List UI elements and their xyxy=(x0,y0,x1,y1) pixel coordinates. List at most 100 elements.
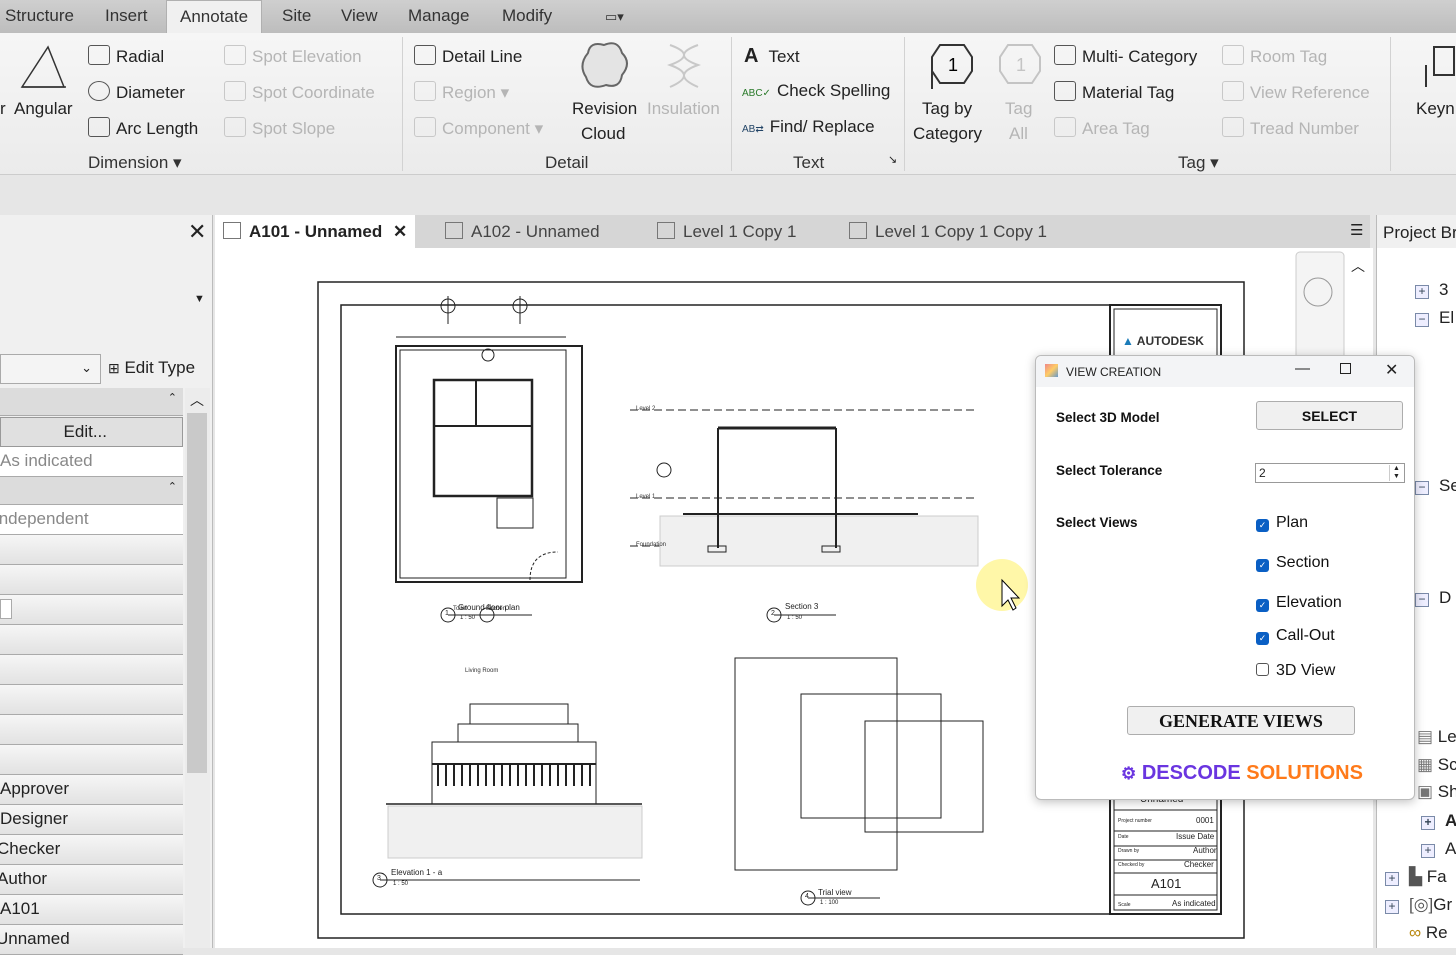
angular-dimension-icon[interactable] xyxy=(18,41,70,93)
radial-button[interactable]: Radial xyxy=(88,45,164,67)
browser-node-a101[interactable]: + A xyxy=(1421,811,1456,831)
insulation-icon[interactable] xyxy=(662,41,706,91)
dependency-value[interactable]: Independent xyxy=(0,505,183,535)
tag-all-icon[interactable]: 1 xyxy=(994,41,1042,93)
multi-category-button[interactable]: Multi- Category xyxy=(1054,45,1197,67)
browser-node-legends[interactable]: ▤ Le xyxy=(1417,727,1456,747)
property-row[interactable] xyxy=(0,715,183,745)
keynote-label[interactable]: Keyn xyxy=(1416,99,1455,119)
close-icon[interactable]: ✕ xyxy=(1385,360,1398,380)
collapse-icon[interactable]: − xyxy=(1415,593,1429,607)
spot-coordinate-button[interactable]: Spot Coordinate xyxy=(224,81,375,103)
plan-checkbox[interactable]: ✓ Plan xyxy=(1256,514,1308,532)
browser-node-revit-links[interactable]: ∞ Re xyxy=(1409,923,1448,943)
find-replace-button[interactable]: AB⇄ Find/ Replace xyxy=(742,117,875,137)
instance-filter-dropdown[interactable]: ⌄ xyxy=(0,354,101,384)
tag-by-category-icon[interactable]: 1 xyxy=(926,41,974,93)
sheet-name-value[interactable]: Unnamed xyxy=(0,925,183,955)
view-tab-a102[interactable]: A102 - Unnamed xyxy=(437,215,608,248)
check-spelling-button[interactable]: ABC✓ Check Spelling xyxy=(742,81,890,101)
diameter-button[interactable]: Diameter xyxy=(88,81,185,103)
view-reference-button[interactable]: View Reference xyxy=(1222,81,1370,103)
scroll-up-icon[interactable]: ︿ xyxy=(1351,256,1365,276)
browser-node-families[interactable]: + ▙ Fa xyxy=(1385,867,1447,887)
tag-by-category-label[interactable]: Tag by xyxy=(922,99,972,119)
tab-annotate[interactable]: Annotate xyxy=(166,0,263,33)
collapse-icon[interactable]: − xyxy=(1415,313,1429,327)
room-tag-button[interactable]: Room Tag xyxy=(1222,45,1327,67)
property-row[interactable] xyxy=(0,745,183,775)
keynote-icon[interactable] xyxy=(1424,45,1456,91)
text-settings-launcher-icon[interactable]: ↘ xyxy=(888,153,897,166)
tab-list-menu-icon[interactable]: ☰ xyxy=(1350,221,1363,239)
tread-number-button[interactable]: Tread Number xyxy=(1222,117,1359,139)
property-row[interactable] xyxy=(0,625,183,655)
tag-all-label[interactable]: Tag xyxy=(1005,99,1032,119)
type-selector-dropdown-icon[interactable]: ▼ xyxy=(194,293,205,305)
checkbox[interactable] xyxy=(0,599,12,619)
property-row[interactable] xyxy=(0,565,183,595)
browser-node-a102[interactable]: + A xyxy=(1421,839,1456,859)
tag-panel-label[interactable]: Tag ▾ xyxy=(1178,153,1219,173)
dialog-titlebar[interactable]: VIEW CREATION — ✕ xyxy=(1036,356,1414,387)
spot-elevation-button[interactable]: Spot Elevation xyxy=(224,45,362,67)
browser-node-groups[interactable]: + [◎]Gr xyxy=(1385,895,1452,915)
callout-checkbox[interactable]: ✓ Call-Out xyxy=(1256,627,1335,645)
browser-node[interactable]: − D xyxy=(1415,588,1451,608)
browser-node[interactable]: − El xyxy=(1415,308,1454,328)
expand-icon[interactable]: + xyxy=(1421,816,1435,830)
tab-view[interactable]: View xyxy=(341,6,378,26)
checker-value[interactable]: Checker xyxy=(0,835,183,865)
view-tab-a101[interactable]: A101 - Unnamed ✕ xyxy=(215,215,416,248)
section-checkbox[interactable]: ✓ Section xyxy=(1256,554,1329,572)
expand-icon[interactable]: + xyxy=(1421,844,1435,858)
collapse-icon[interactable]: − xyxy=(1415,481,1429,495)
tolerance-input[interactable]: 2 ▲ ▼ xyxy=(1255,463,1405,483)
property-row[interactable] xyxy=(0,655,183,685)
properties-scrollbar[interactable]: ︿ xyxy=(185,388,210,948)
dimension-panel-label[interactable]: Dimension ▾ xyxy=(88,153,182,173)
designer-value[interactable]: Designer xyxy=(0,805,183,835)
panel-toggle-icon[interactable]: ▭▾ xyxy=(605,9,624,25)
component-button[interactable]: Component ▾ xyxy=(414,117,543,139)
arc-length-button[interactable]: Arc Length xyxy=(88,117,198,139)
expand-icon[interactable]: + xyxy=(1415,285,1429,299)
property-row[interactable] xyxy=(0,535,183,565)
browser-node[interactable]: +3 xyxy=(1415,280,1448,300)
revision-cloud-icon[interactable] xyxy=(578,39,632,91)
spinner-arrows-icon[interactable]: ▲ ▼ xyxy=(1389,465,1403,481)
view-tab-level1-copy1[interactable]: Level 1 Copy 1 xyxy=(649,215,804,248)
spot-slope-button[interactable]: Spot Slope xyxy=(224,117,335,139)
browser-node[interactable]: − Se xyxy=(1415,476,1456,496)
tab-modify[interactable]: Modify xyxy=(502,6,552,26)
group-header[interactable]: ⌃ xyxy=(0,388,183,416)
browser-node-sheets[interactable]: ▣ Sh xyxy=(1417,782,1456,802)
approver-value[interactable]: Approver xyxy=(0,775,183,805)
edit-button[interactable]: Edit... xyxy=(0,417,183,447)
select-button[interactable]: SELECT xyxy=(1256,401,1403,430)
region-button[interactable]: Region ▾ xyxy=(414,81,509,103)
insulation-label[interactable]: Insulation xyxy=(647,99,720,119)
view-tab-level1-copy1-copy1[interactable]: Level 1 Copy 1 Copy 1 xyxy=(841,215,1055,248)
aligned-dim-label[interactable]: r xyxy=(0,99,6,119)
tab-structure[interactable]: Structure xyxy=(5,6,74,26)
detail-line-button[interactable]: Detail Line xyxy=(414,45,522,67)
group-header[interactable]: ⌃ xyxy=(0,477,183,505)
close-properties-icon[interactable]: ✕ xyxy=(188,219,206,245)
scrollbar-thumb[interactable] xyxy=(187,413,207,773)
maximize-icon[interactable] xyxy=(1340,363,1351,374)
tag-by-category-label-2[interactable]: Category xyxy=(913,124,982,144)
area-tag-button[interactable]: Area Tag xyxy=(1054,117,1150,139)
tab-site[interactable]: Site xyxy=(282,6,311,26)
author-value[interactable]: Author xyxy=(0,865,183,895)
expand-icon[interactable]: + xyxy=(1385,872,1399,886)
sheet-number-value[interactable]: A101 xyxy=(0,895,183,925)
scale-value[interactable]: As indicated xyxy=(0,447,183,477)
close-tab-icon[interactable]: ✕ xyxy=(393,222,407,241)
elevation-checkbox[interactable]: ✓ Elevation xyxy=(1256,594,1342,612)
tab-manage[interactable]: Manage xyxy=(408,6,469,26)
text-button[interactable]: A Text xyxy=(744,45,800,68)
revision-cloud-label[interactable]: Revision xyxy=(572,99,637,119)
material-tag-button[interactable]: Material Tag xyxy=(1054,81,1174,103)
tab-insert[interactable]: Insert xyxy=(105,6,148,26)
